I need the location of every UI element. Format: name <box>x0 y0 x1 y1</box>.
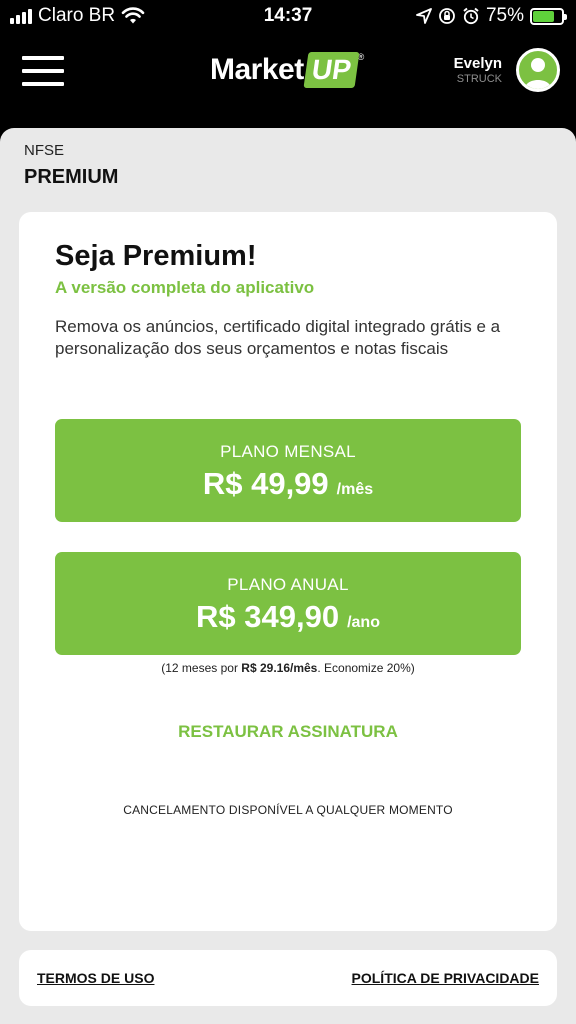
user-last-name: STRUCK <box>456 73 502 85</box>
status-bar: Claro BR 14:37 75% <box>0 0 576 34</box>
person-icon <box>525 58 551 89</box>
plan-price: R$ 49,99 <box>202 466 329 501</box>
annual-note-price: R$ 29.16/mês <box>241 661 318 675</box>
promo-headline: Seja Premium! <box>55 240 257 272</box>
monthly-plan-button[interactable]: PLANO MENSAL R$ 49,99 /mês <box>55 419 521 522</box>
footer-links: TERMOS DE USO POLÍTICA DE PRIVACIDADE <box>19 950 557 1006</box>
user-names: Evelyn STRUCK <box>454 55 502 85</box>
plan-period: /mês <box>336 481 374 498</box>
terms-of-use-link[interactable]: TERMOS DE USO <box>37 970 154 986</box>
annual-plan-note: (12 meses por R$ 29.16/mês. Economize 20… <box>19 661 557 675</box>
orientation-lock-icon <box>439 8 455 24</box>
plan-price: R$ 349,90 <box>196 599 340 634</box>
content-sheet: NFSE PREMIUM Seja Premium! A versão comp… <box>0 128 576 1024</box>
promo-tagline: A versão completa do aplicativo <box>55 278 315 297</box>
hamburger-icon[interactable] <box>22 56 64 86</box>
battery-icon <box>530 7 567 25</box>
annual-note-suffix: . Economize 20%) <box>317 661 415 675</box>
premium-card: Seja Premium! A versão completa do aplic… <box>19 212 557 931</box>
promo-description: Remova os anúncios, certificado digital … <box>55 317 501 358</box>
app-header: Market UP ® Evelyn STRUCK <box>0 34 576 128</box>
plan-label: PLANO ANUAL <box>227 575 349 594</box>
alarm-icon <box>463 7 479 25</box>
page-title: PREMIUM <box>24 166 119 188</box>
logo-text-up: UP <box>303 52 360 88</box>
battery-level <box>533 10 554 22</box>
logo-text-market: Market <box>210 53 304 86</box>
plan-label: PLANO MENSAL <box>220 442 356 461</box>
restore-subscription-link[interactable]: RESTAURAR ASSINATURA <box>19 722 557 742</box>
privacy-policy-link[interactable]: POLÍTICA DE PRIVACIDADE <box>352 970 539 986</box>
user-avatar-icon[interactable] <box>516 48 560 92</box>
plan-price-row: R$ 49,99 /mês <box>55 466 521 502</box>
status-right: 75% <box>416 5 567 27</box>
annual-plan-button[interactable]: PLANO ANUAL R$ 349,90 /ano <box>55 552 521 655</box>
marketup-logo: Market UP ® <box>210 52 364 88</box>
breadcrumb: NFSE <box>24 142 65 159</box>
user-profile[interactable]: Evelyn STRUCK <box>454 48 560 92</box>
cancellation-note: CANCELAMENTO DISPONÍVEL A QUALQUER MOMEN… <box>123 803 453 817</box>
user-first-name: Evelyn <box>453 55 502 72</box>
plan-period: /ano <box>347 614 380 631</box>
plan-price-row: R$ 349,90 /ano <box>55 599 521 635</box>
battery-percent: 75% <box>485 5 524 26</box>
annual-note-prefix: (12 meses por <box>161 661 242 675</box>
location-icon <box>416 8 432 24</box>
